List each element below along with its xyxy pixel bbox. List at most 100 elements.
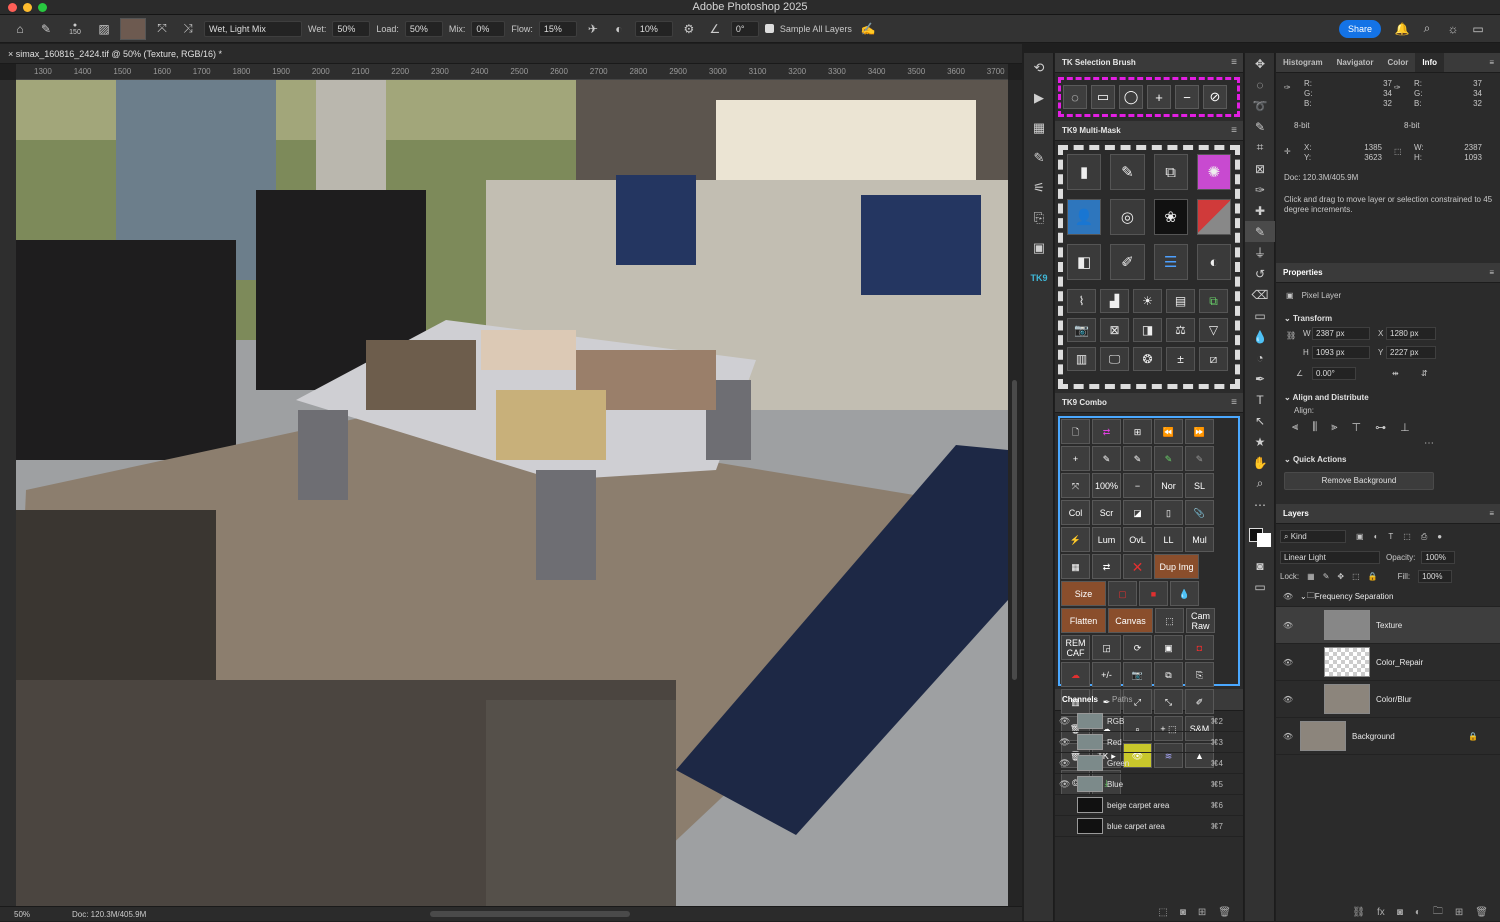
link-layers-icon[interactable]: ⛓ bbox=[1352, 907, 1365, 918]
bell-icon[interactable]: 🔔 bbox=[1392, 20, 1412, 38]
person-icon[interactable]: 👤 bbox=[1067, 199, 1102, 235]
lock-pixels-icon[interactable]: ✎ bbox=[1323, 572, 1330, 581]
mask-toggle-icon[interactable]: ◪ bbox=[1123, 500, 1152, 525]
overlap-icon[interactable]: ⧉ bbox=[1199, 289, 1228, 313]
healing-tool-icon[interactable]: ✚ bbox=[1245, 200, 1275, 221]
frame-tool-icon[interactable]: ⊠ bbox=[1245, 158, 1275, 179]
more-tools-icon[interactable]: ⋯ bbox=[1245, 494, 1275, 515]
tab-paths[interactable]: Paths bbox=[1105, 689, 1139, 710]
gradient-mask-icon[interactable]: ▮ bbox=[1067, 154, 1102, 190]
color-button[interactable]: Col bbox=[1061, 500, 1090, 525]
overlay-button[interactable]: OvL bbox=[1123, 527, 1152, 552]
swap-icon[interactable]: ⇄ bbox=[1092, 419, 1121, 444]
new-group-icon[interactable]: 🗀 bbox=[1433, 904, 1443, 921]
target-icon[interactable]: ◎ bbox=[1110, 199, 1145, 235]
white-brush-icon[interactable]: ✎ bbox=[1123, 446, 1152, 471]
add-icon[interactable]: + bbox=[1147, 85, 1171, 109]
plus-minus-box-icon[interactable]: ± bbox=[1166, 347, 1195, 371]
align-bottom-icon[interactable]: ⊥ bbox=[1400, 421, 1410, 434]
minus-icon[interactable]: − bbox=[1123, 473, 1152, 498]
quick-actions-section[interactable]: ⌄ Quick Actions bbox=[1276, 449, 1500, 466]
gray-brush-icon[interactable]: ✎ bbox=[1185, 446, 1214, 471]
transform-x-field[interactable]: 1280 px bbox=[1386, 327, 1436, 340]
person-frame-icon[interactable]: ◘ bbox=[1185, 635, 1214, 660]
close-tab-icon[interactable]: × bbox=[8, 49, 16, 59]
plus-minus-button[interactable]: +/- bbox=[1092, 662, 1121, 687]
brush-panel-icon[interactable]: ▨ bbox=[94, 20, 114, 38]
eye-icon[interactable]: 👁 bbox=[1276, 732, 1300, 741]
rem-caf-button[interactable]: REM CAF bbox=[1061, 635, 1090, 660]
layer-row[interactable]: 👁 Background 🔒 bbox=[1276, 718, 1500, 755]
smoothing-icon[interactable]: ◐ bbox=[609, 20, 629, 38]
mask-channel-icon[interactable]: ◧ bbox=[1067, 244, 1102, 280]
phone-icon[interactable]: ▯ bbox=[1154, 500, 1183, 525]
share-button[interactable]: Share bbox=[1339, 20, 1381, 38]
channel-row[interactable]: blue carpet area ⌘7 bbox=[1055, 816, 1243, 837]
minimize-window-button[interactable] bbox=[23, 3, 32, 12]
edit-selection-icon[interactable]: ✐ bbox=[1110, 244, 1145, 280]
lightning-icon[interactable]: ⚡ bbox=[1061, 527, 1090, 552]
circles-icon[interactable]: ◐ bbox=[1196, 244, 1231, 280]
monitor-icon[interactable]: 🖵 bbox=[1100, 347, 1129, 371]
pen-tool-icon[interactable]: ✒ bbox=[1245, 368, 1275, 389]
align-top-icon[interactable]: ⊤ bbox=[1352, 421, 1362, 434]
eye-icon[interactable]: 👁 bbox=[1276, 658, 1300, 667]
eye-icon[interactable]: 👁 bbox=[1276, 621, 1300, 630]
arrows-icon[interactable]: ⇄ bbox=[1092, 554, 1121, 579]
gradient-box-icon[interactable]: ▥ bbox=[1067, 347, 1096, 371]
zoom-100-button[interactable]: 100% bbox=[1092, 473, 1121, 498]
lock-artboard-icon[interactable]: ⬚ bbox=[1352, 572, 1360, 581]
workspace-icon[interactable]: ▭ bbox=[1468, 20, 1488, 38]
channel-row[interactable]: 👁 Blue ⌘5 bbox=[1055, 774, 1243, 795]
red-fill-box-icon[interactable]: ■ bbox=[1139, 581, 1168, 606]
blur-tool-icon[interactable]: 💧 bbox=[1245, 326, 1275, 347]
quick-mask-icon[interactable]: ◙ bbox=[1245, 555, 1275, 576]
balance-icon[interactable]: ⚖ bbox=[1166, 318, 1195, 342]
gradient-tool-icon[interactable]: ▭ bbox=[1245, 305, 1275, 326]
green-brush-icon[interactable]: ✎ bbox=[1154, 446, 1183, 471]
screen-mode-icon[interactable]: ▭ bbox=[1245, 576, 1275, 597]
filter-type-icon[interactable]: T bbox=[1388, 532, 1393, 541]
vertical-scrollbar[interactable] bbox=[1008, 80, 1022, 906]
pressure-icon[interactable]: ✍ bbox=[858, 20, 878, 38]
quick-select-tool-icon[interactable]: ✎ bbox=[1245, 116, 1275, 137]
camera-small-icon[interactable]: 📷 bbox=[1123, 662, 1152, 687]
cam-raw-button[interactable]: Cam Raw bbox=[1186, 608, 1215, 633]
airbrush-icon[interactable]: ✈ bbox=[583, 20, 603, 38]
flatten-button[interactable]: Flatten bbox=[1061, 608, 1106, 633]
lock-transparent-icon[interactable]: ▦ bbox=[1307, 572, 1315, 581]
doc-size[interactable]: Doc: 120.3M/405.9M bbox=[72, 907, 146, 922]
layer-group-row[interactable]: 👁 ⌄ 🗀 Frequency Separation bbox=[1276, 587, 1500, 607]
clone-source-icon[interactable]: ⎘ bbox=[1024, 203, 1054, 233]
curves-icon[interactable]: ⌇ bbox=[1067, 289, 1096, 313]
levels-icon[interactable]: ▟ bbox=[1100, 289, 1129, 313]
eye-icon[interactable]: 👁 bbox=[1059, 779, 1073, 790]
vertical-ruler[interactable] bbox=[0, 80, 16, 906]
layer-row[interactable]: 👁 Color/Blur bbox=[1276, 681, 1500, 718]
panel-menu-icon[interactable]: ≡ bbox=[1489, 263, 1494, 283]
tab-color[interactable]: Color bbox=[1380, 53, 1415, 72]
transform-section[interactable]: ⌄ Transform bbox=[1276, 308, 1500, 325]
lasso-tool-icon[interactable]: ➰ bbox=[1245, 95, 1275, 116]
multiply-button[interactable]: Mul bbox=[1185, 527, 1214, 552]
brush-preset-picker[interactable]: ● 150 bbox=[62, 20, 88, 38]
add-layer-icon[interactable]: ⊞ bbox=[1123, 419, 1152, 444]
transform-w-field[interactable]: 2387 px bbox=[1312, 327, 1370, 340]
move-tool-icon[interactable]: ✥ bbox=[1245, 53, 1275, 74]
transform-h-field[interactable]: 1093 px bbox=[1312, 346, 1370, 359]
align-right-icon[interactable]: ⫸ bbox=[1331, 421, 1337, 434]
new-channel-icon[interactable]: ⊞ bbox=[1198, 907, 1206, 918]
horizontal-ruler[interactable]: 1300 1400 1500 1600 1700 1800 1900 2000 2100 2200… bbox=[16, 64, 1008, 80]
sample-all-layers-checkbox[interactable] bbox=[764, 24, 774, 33]
black-brush-icon[interactable]: ✎ bbox=[1092, 446, 1121, 471]
eye-icon[interactable]: 👁 bbox=[1276, 592, 1300, 601]
panel-menu-icon[interactable]: ≡ bbox=[1231, 53, 1237, 73]
screen-button[interactable]: Scr bbox=[1092, 500, 1121, 525]
red-x-icon[interactable]: ✕ bbox=[1123, 554, 1152, 579]
panel-menu-icon[interactable]: ≡ bbox=[1231, 121, 1237, 141]
align-left-icon[interactable]: ⫷ bbox=[1292, 421, 1298, 434]
tab-navigator[interactable]: Navigator bbox=[1330, 53, 1381, 72]
mixer-brush-tool-icon[interactable]: ✎ bbox=[36, 20, 56, 38]
eye-icon[interactable]: 👁 bbox=[1276, 695, 1300, 704]
frame-icon[interactable]: ▣ bbox=[1154, 635, 1183, 660]
